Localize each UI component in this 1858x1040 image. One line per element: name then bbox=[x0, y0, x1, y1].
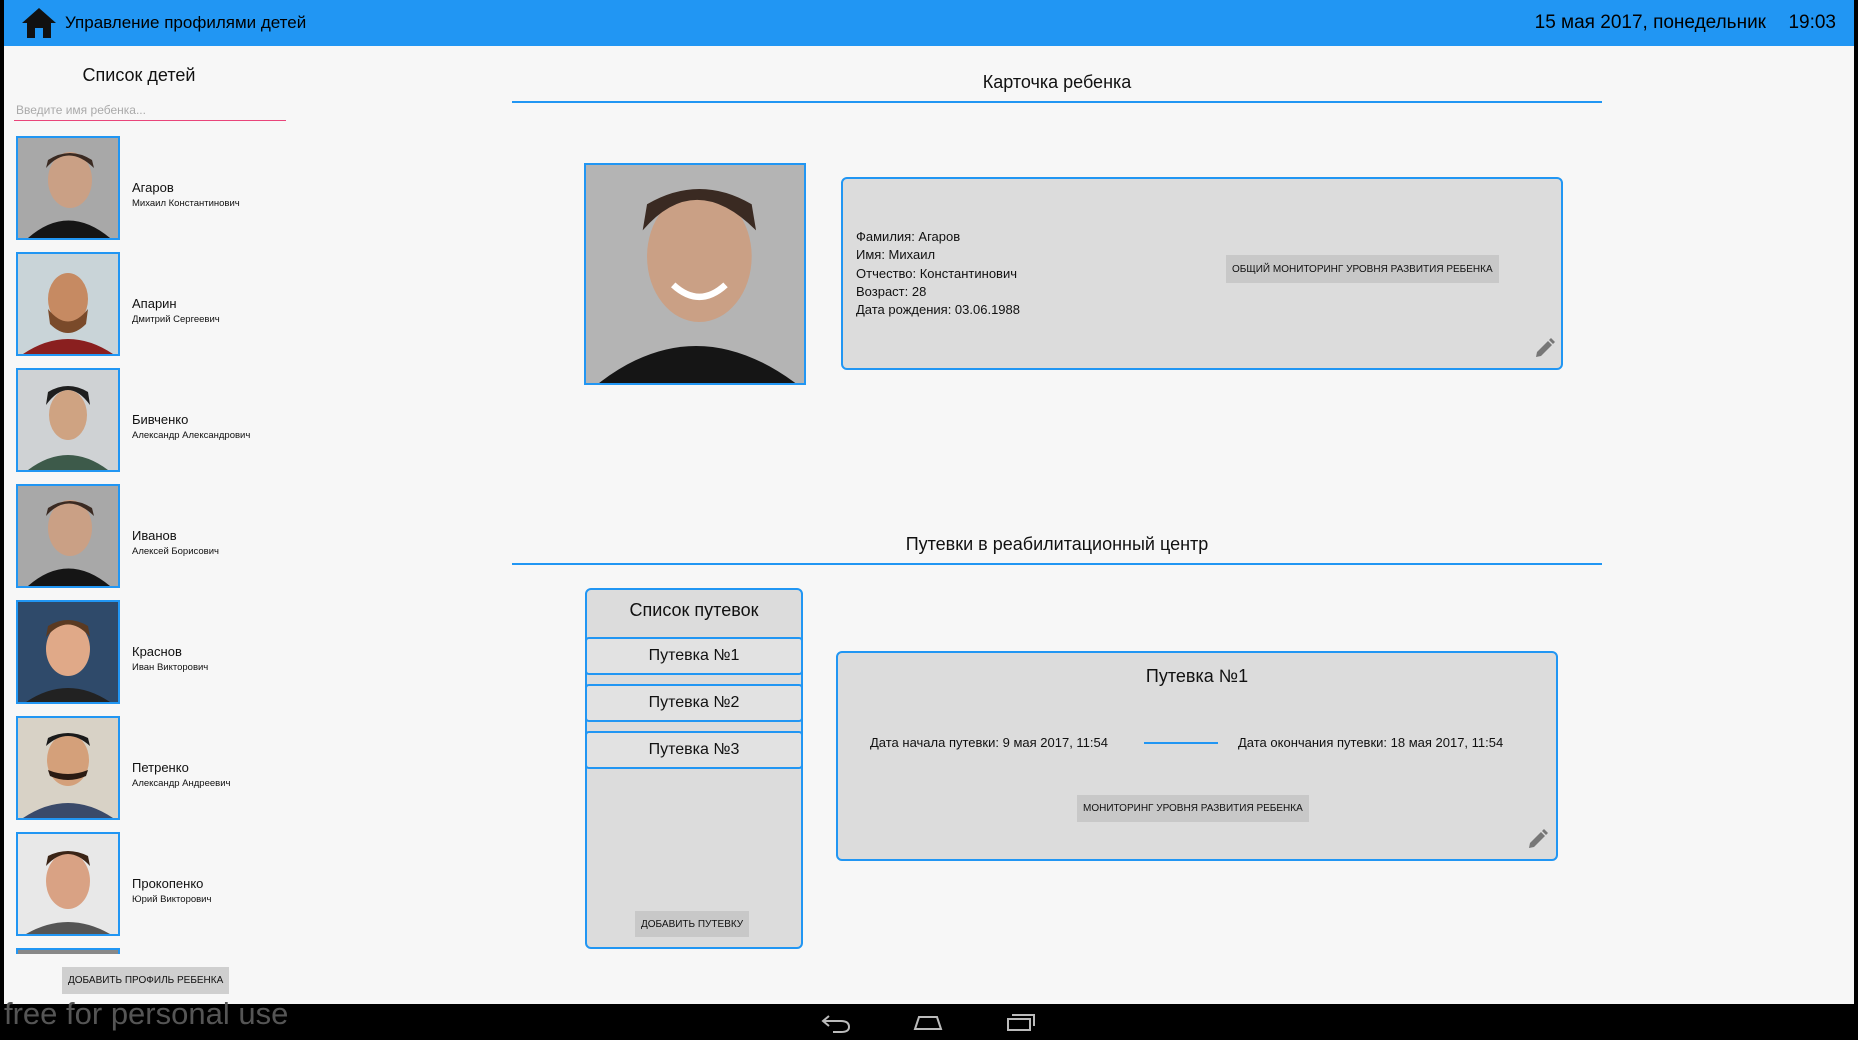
trips-list-title: Список путевок bbox=[629, 600, 759, 620]
child-first-name: Иван Викторович bbox=[132, 662, 209, 673]
children-sidebar: Список детей Агаров Михаил Константинови… bbox=[4, 46, 289, 1004]
children-list-title: Список детей bbox=[82, 65, 196, 85]
child-avatar bbox=[16, 832, 120, 936]
child-last-name: Апарин bbox=[132, 296, 177, 311]
add-trip-button[interactable]: ДОБАВИТЬ ПУТЕВКУ bbox=[635, 911, 750, 937]
home-nav-icon[interactable] bbox=[911, 1010, 945, 1034]
child-item[interactable]: Прокопенко Юрий Викторович bbox=[12, 832, 282, 940]
child-avatar bbox=[16, 600, 120, 704]
child-last-name: Иванов bbox=[132, 528, 177, 543]
child-item[interactable]: Петренко Александр Андреевич bbox=[12, 716, 282, 824]
child-item[interactable]: Агаров Михаил Константинович bbox=[12, 136, 282, 244]
children-list[interactable]: Агаров Михаил Константинович Апарин Дмит… bbox=[4, 134, 289, 954]
app-screen: Управление профилями детей 15 мая 2017, … bbox=[4, 0, 1854, 1004]
trip-end-date: Дата окончания путевки: 18 мая 2017, 11:… bbox=[1238, 735, 1504, 750]
child-last-name: Агаров bbox=[132, 180, 174, 195]
child-avatar bbox=[16, 948, 120, 954]
date-separator bbox=[1144, 742, 1218, 744]
trip-list-item[interactable]: Путевка №2 bbox=[585, 684, 803, 722]
child-item[interactable] bbox=[12, 948, 282, 954]
child-card-title: Карточка ребенка bbox=[982, 72, 1132, 92]
child-first-name: Дмитрий Сергеевич bbox=[132, 314, 220, 325]
trip-detail-title: Путевка №1 bbox=[1145, 666, 1249, 686]
trip-detail-card: Путевка №1 Дата начала путевки: 9 мая 20… bbox=[836, 651, 1558, 861]
child-first-name: Михаил Константинович bbox=[132, 198, 240, 209]
child-first-name: Александр Андреевич bbox=[132, 778, 231, 789]
child-first-name: Александр Александрович bbox=[132, 430, 251, 441]
child-item[interactable]: Краснов Иван Викторович bbox=[12, 600, 282, 708]
child-item[interactable]: Бивченко Александр Александрович bbox=[12, 368, 282, 476]
current-date: 15 мая 2017, понедельник bbox=[1534, 12, 1766, 33]
child-last-name: Краснов bbox=[132, 644, 182, 659]
trips-divider bbox=[512, 563, 1602, 565]
age-text: Возраст: 28 bbox=[856, 283, 927, 299]
current-time: 19:03 bbox=[1788, 12, 1836, 33]
add-child-profile-button[interactable]: ДОБАВИТЬ ПРОФИЛЬ РЕБЕНКА bbox=[62, 967, 230, 994]
watermark-text: free for personal use bbox=[4, 996, 289, 1031]
general-monitoring-button[interactable]: ОБЩИЙ МОНИТОРИНГ УРОВНЯ РАЗВИТИЯ РЕБЕНКА bbox=[1226, 255, 1499, 283]
child-avatar bbox=[16, 368, 120, 472]
child-first-name: Алексей Борисович bbox=[132, 546, 219, 557]
child-avatar bbox=[16, 716, 120, 820]
back-icon[interactable] bbox=[819, 1010, 853, 1034]
child-last-name: Петренко bbox=[132, 760, 189, 775]
child-avatar bbox=[16, 136, 120, 240]
child-last-name: Прокопенко bbox=[132, 876, 204, 891]
child-item[interactable]: Апарин Дмитрий Сергеевич bbox=[12, 252, 282, 360]
child-search-input[interactable] bbox=[14, 100, 286, 121]
trip-list-item[interactable]: Путевка №1 bbox=[585, 637, 803, 675]
child-info: Фамилия: Агаров Имя: Михаил Отчество: Ко… bbox=[856, 228, 1020, 319]
child-info-card: Фамилия: Агаров Имя: Михаил Отчество: Ко… bbox=[841, 177, 1563, 370]
child-photo bbox=[584, 163, 806, 385]
child-last-name: Бивченко bbox=[132, 412, 189, 427]
child-first-name: Юрий Викторович bbox=[132, 894, 212, 905]
child-avatar bbox=[16, 484, 120, 588]
trips-section-title: Путевки в реабилитационный центр bbox=[905, 534, 1209, 554]
edit-pencil-icon[interactable] bbox=[1527, 827, 1549, 849]
card-divider bbox=[512, 101, 1602, 103]
trip-list-item[interactable]: Путевка №3 bbox=[585, 731, 803, 769]
name-text: Имя: Михаил bbox=[856, 247, 936, 263]
app-title: Управление профилями детей bbox=[65, 13, 307, 32]
trips-list-panel: Список путевок Путевка №1 Путевка №2 Пут… bbox=[585, 588, 803, 949]
child-item[interactable]: Иванов Алексей Борисович bbox=[12, 484, 282, 592]
patronymic-text: Отчество: Константинович bbox=[856, 265, 1018, 281]
birth-date-text: Дата рождения: 03.06.1988 bbox=[856, 302, 1020, 318]
recents-icon[interactable] bbox=[1004, 1010, 1038, 1034]
home-icon[interactable] bbox=[20, 6, 58, 40]
app-header: Управление профилями детей 15 мая 2017, … bbox=[4, 0, 1854, 46]
surname-text: Фамилия: Агаров bbox=[856, 229, 961, 244]
trip-monitoring-button[interactable]: МОНИТОРИНГ УРОВНЯ РАЗВИТИЯ РЕБЕНКА bbox=[1077, 795, 1309, 822]
trip-start-date: Дата начала путевки: 9 мая 2017, 11:54 bbox=[870, 735, 1108, 750]
edit-pencil-icon[interactable] bbox=[1534, 336, 1556, 358]
child-avatar bbox=[16, 252, 120, 356]
